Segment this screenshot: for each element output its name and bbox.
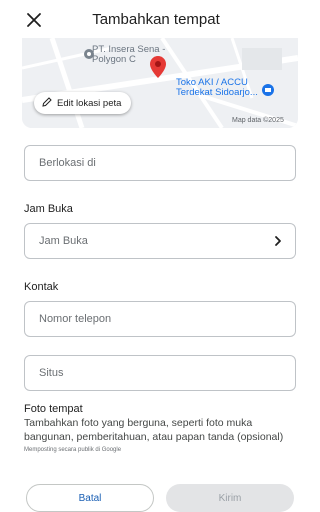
photo-section-title: Foto tempat — [24, 403, 83, 415]
edit-map-label: Edit lokasi peta — [57, 97, 122, 109]
phone-field[interactable]: Nomor telepon — [24, 301, 296, 337]
hours-selector[interactable]: Jam Buka — [24, 223, 296, 259]
phone-placeholder: Nomor telepon — [39, 313, 112, 325]
location-placeholder: Berlokasi di — [39, 157, 96, 169]
photo-posting-note: Memposting secara publik di Google — [24, 447, 122, 453]
cancel-button[interactable]: Batal — [26, 484, 154, 512]
location-field[interactable]: Berlokasi di — [24, 145, 296, 181]
contact-section-title: Kontak — [24, 281, 59, 293]
page-title: Tambahkan tempat — [92, 11, 220, 28]
edit-map-location-button[interactable]: Edit lokasi peta — [34, 92, 132, 114]
website-field[interactable]: Situs — [24, 355, 296, 391]
top-app-bar: Tambahkan tempat — [0, 0, 312, 40]
map-attribution: Map data ©2025 — [232, 117, 284, 124]
map-poi-label-shop: Toko AKI / ACCU Terdekat Sidoarjo... — [176, 77, 258, 98]
website-placeholder: Situs — [39, 367, 64, 379]
edit-pencil-icon — [42, 96, 52, 110]
photo-description: Tambahkan foto yang berguna, seperti fot… — [24, 417, 284, 443]
shop-marker-icon — [262, 83, 274, 101]
map-pin-icon — [150, 56, 166, 83]
submit-button[interactable]: Kirim — [166, 484, 294, 512]
hours-placeholder: Jam Buka — [39, 235, 88, 247]
chevron-right-icon — [271, 234, 285, 253]
hours-section-title: Jam Buka — [24, 203, 73, 215]
